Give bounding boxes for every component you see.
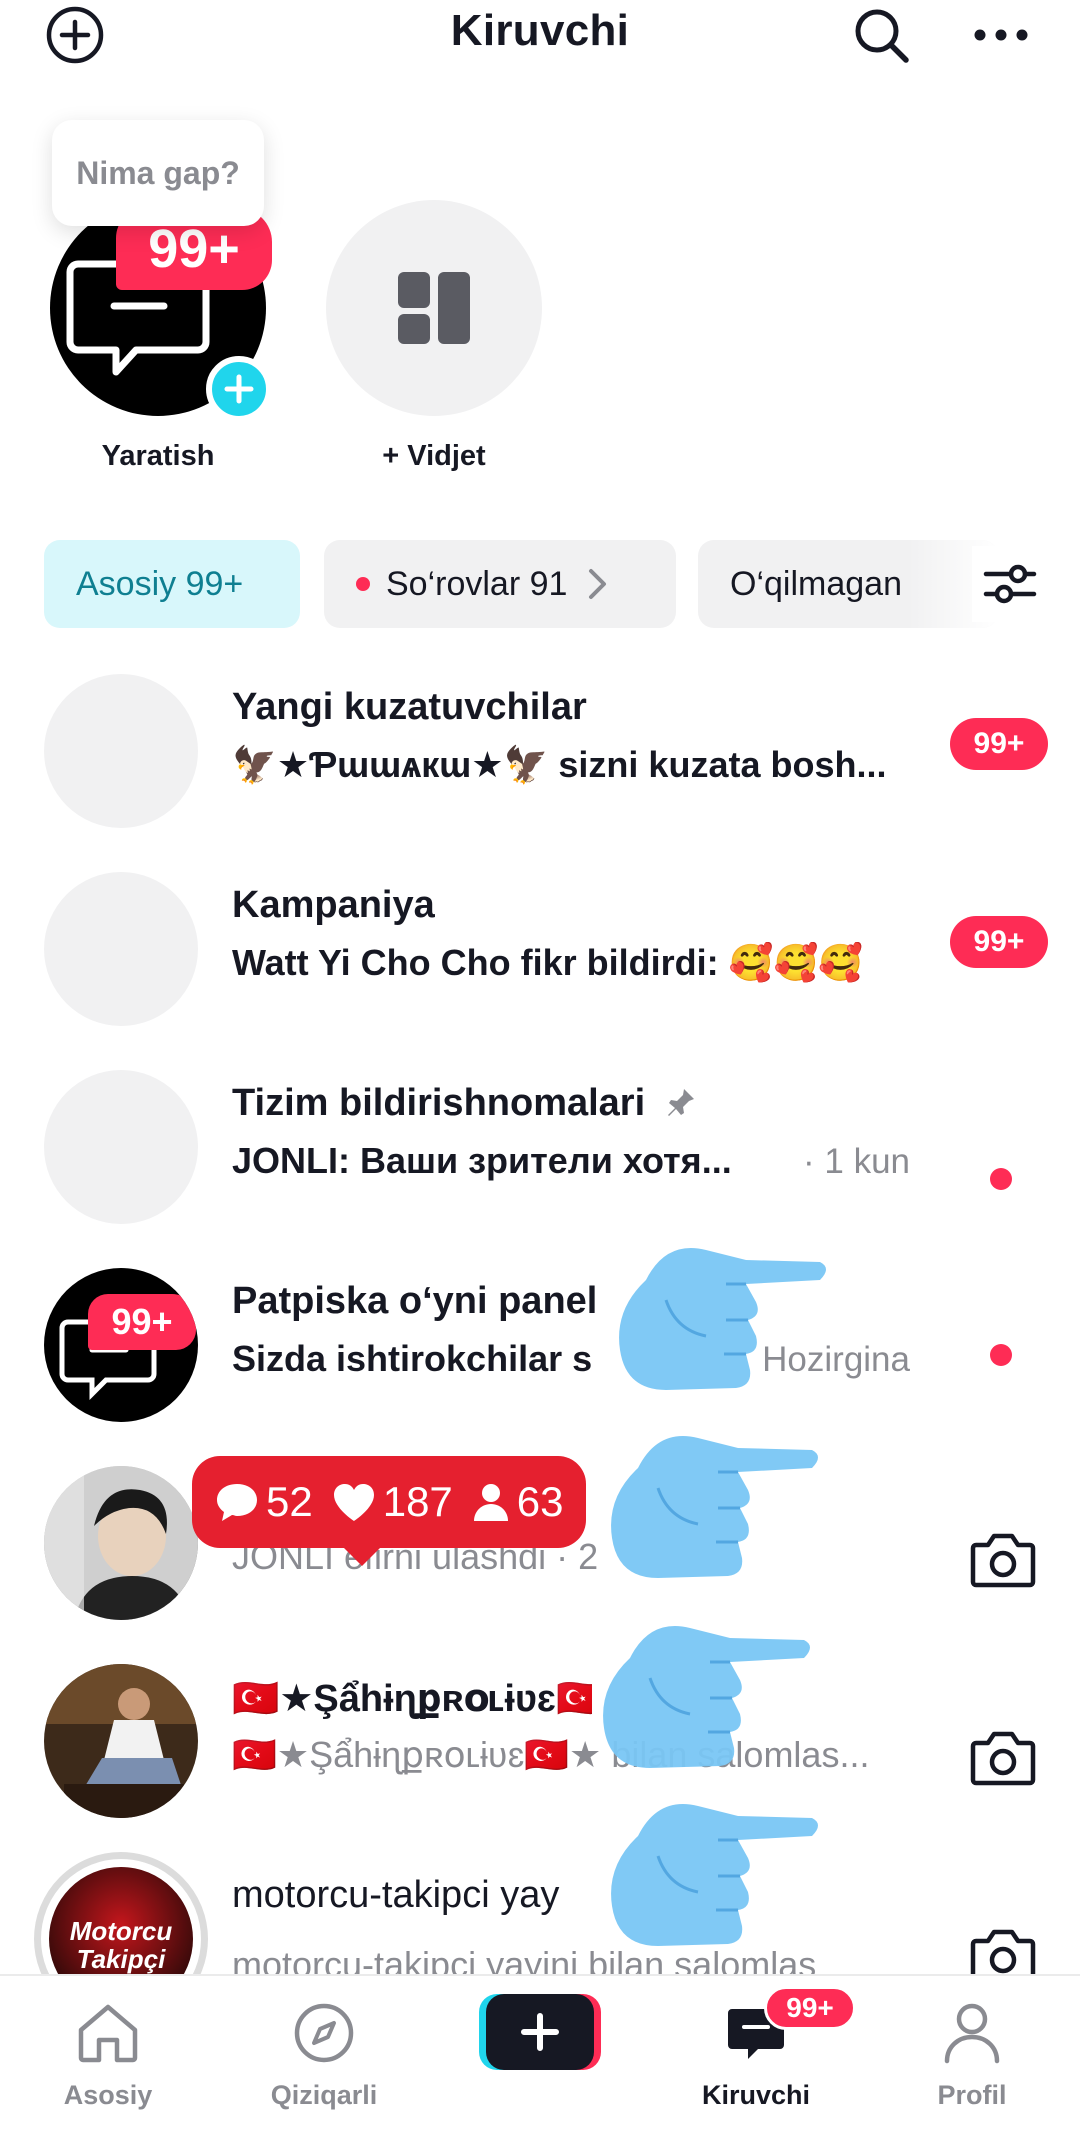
logo-text-2: Takipçi: [76, 1944, 166, 1974]
row-title: Kampaniya: [232, 884, 435, 926]
profile-icon: [864, 1998, 1080, 2068]
list-item[interactable]: 99+ Patpiska o‘yni panel Sizda ishtirokc…: [0, 1226, 1080, 1424]
row-subtitle: Watt Yi Cho Cho fikr bildirdi: 🥰🥰🥰: [232, 942, 864, 983]
row-subtitle: 🦅★Ƥɯɯѧкɯ★🦅 sizni kuzata bosh...: [232, 744, 887, 785]
chip-main[interactable]: Asosiy 99+: [44, 540, 300, 628]
row-title-text: Tizim bildirishnomalari: [232, 1082, 646, 1124]
inbox-badge: 99+: [764, 1986, 856, 2030]
header: Kiruvchi: [0, 0, 1080, 70]
plus-icon[interactable]: [206, 356, 272, 422]
chevron-right-icon: [589, 569, 607, 599]
bottom-nav: Asosiy Qiziqarli 99+ Kiruvchi Profil: [0, 1974, 1080, 2140]
nav-discover[interactable]: Qiziqarli: [216, 1976, 432, 2140]
nav-profile[interactable]: Profil: [864, 1976, 1080, 2140]
comment-count: 52: [266, 1478, 313, 1525]
widget-grid-icon: [398, 272, 470, 344]
pointing-hand-icon: [619, 1248, 826, 1390]
nav-home[interactable]: Asosiy: [0, 1976, 216, 2140]
list-item[interactable]: Kampaniya Watt Yi Cho Cho fikr bildirdi:…: [0, 830, 1080, 1028]
unread-dot: [356, 577, 370, 591]
list-item[interactable]: Yangi kuzatuvchilar 🦅★Ƥɯɯѧкɯ★🦅 sizni kuz…: [0, 632, 1080, 830]
row-title: Tizim bildirishnomalari: [232, 1082, 696, 1125]
viewer-icon: [473, 1484, 508, 1521]
filter-settings-icon[interactable]: [972, 546, 1048, 622]
viewer-count: 63: [516, 1478, 564, 1525]
filter-chips: Asosiy 99+ So‘rovlar 91 O‘qilmagan: [0, 540, 1080, 632]
story-label-create: Yaratish: [101, 440, 215, 472]
camera-icon[interactable]: [966, 1726, 1040, 1790]
nav-create[interactable]: [432, 1976, 648, 2140]
notification-badge: 99+: [88, 1294, 196, 1350]
more-icon[interactable]: [970, 4, 1032, 66]
pointing-hand-icon: [603, 1626, 810, 1768]
avatar: 99+: [44, 1268, 198, 1422]
heart-icon: [333, 1484, 374, 1521]
home-icon: [0, 1998, 216, 2068]
row-title: Yangi kuzatuvchilar: [232, 686, 587, 728]
avatar: [44, 1664, 198, 1818]
avatar: [44, 1466, 198, 1620]
avatar: [44, 1070, 198, 1224]
add-widget-button[interactable]: [326, 200, 542, 416]
count-badge: 99+: [950, 916, 1048, 968]
row-subtitle: Sizda ishtirokchilar s: [232, 1338, 593, 1379]
nav-inbox[interactable]: 99+ Kiruvchi: [648, 1976, 864, 2140]
compass-icon: [216, 1998, 432, 2068]
unread-dot: [990, 1168, 1012, 1190]
pin-icon: [667, 1089, 694, 1116]
user-photo: [44, 1664, 198, 1818]
list-item[interactable]: Tizim bildirishnomalari JONLI: Ваши зрит…: [0, 1028, 1080, 1226]
row-title: motorcu-takipci yay: [232, 1874, 560, 1916]
chip-main-label: Asosiy 99+: [76, 564, 244, 603]
pointing-hand-icon: [611, 1804, 818, 1946]
pointing-hand-icon: [611, 1436, 818, 1578]
chip-requests[interactable]: So‘rovlar 91: [324, 540, 676, 628]
create-plus-icon: [432, 1994, 648, 2070]
camera-icon[interactable]: [966, 1528, 1040, 1592]
story-label-widget: + Vidjet: [382, 440, 486, 472]
search-icon[interactable]: [850, 4, 912, 66]
row-title: Patpiska o‘yni panel: [232, 1280, 598, 1322]
chip-unread-label: O‘qilmagan: [730, 564, 902, 603]
nav-label: Asosiy: [63, 2080, 153, 2110]
page-title: Kiruvchi: [450, 6, 630, 55]
comment-icon: [217, 1484, 257, 1521]
nav-label: Profil: [937, 2080, 1007, 2110]
row-time: · 1 kun: [803, 1142, 910, 1181]
user-photo: [44, 1466, 198, 1620]
logo-text-1: Motorcu: [69, 1916, 173, 1946]
list-item[interactable]: 🇹🇷★Şẩhɨɳքʀօʟɨʋɛ🇹🇷 🇹🇷★Şẩhɨɳքʀօʟɨʋɛ🇹🇷★ bil…: [0, 1622, 1080, 1820]
nav-label: Qiziqarli: [270, 2080, 378, 2110]
avatar: [44, 674, 198, 828]
create-story-button[interactable]: 99+: [50, 200, 272, 422]
row-subtitle: JONLI: Ваши зрители хотя...: [232, 1140, 732, 1181]
count-badge: 99+: [950, 718, 1048, 770]
chip-unread[interactable]: O‘qilmagan: [698, 540, 998, 628]
nav-label: Kiruvchi: [701, 2080, 811, 2110]
unread-dot: [990, 1344, 1012, 1366]
chip-requests-label: So‘rovlar 91: [386, 564, 568, 603]
status-tooltip[interactable]: Nima gap?: [52, 120, 264, 226]
row-title: 🇹🇷★Şẩhɨɳքʀօʟɨʋɛ🇹🇷: [232, 1678, 592, 1720]
live-stats-bubble: 52 187 63: [192, 1456, 586, 1566]
like-count: 187: [382, 1478, 453, 1525]
avatar: [44, 872, 198, 1026]
